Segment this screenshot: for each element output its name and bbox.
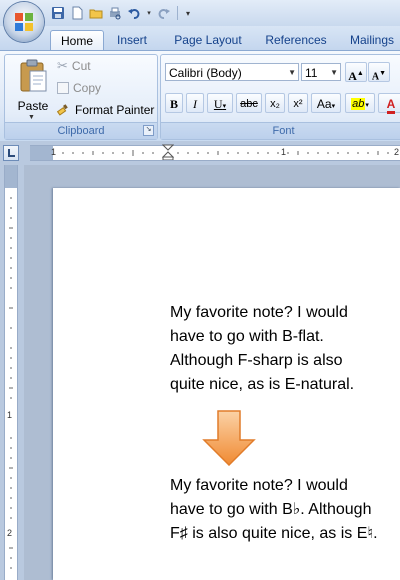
- font-color-icon: A: [386, 97, 396, 114]
- font-size-combobox[interactable]: 11 ▼: [301, 63, 341, 81]
- open-folder-icon[interactable]: [88, 5, 104, 21]
- vertical-ruler-ticks: [9, 197, 13, 569]
- underline-button[interactable]: U▾: [207, 93, 233, 113]
- highlight-icon: ab: [351, 98, 366, 110]
- paste-icon: [20, 59, 47, 92]
- tab-insert[interactable]: Insert: [108, 30, 156, 50]
- format-painter-icon: [57, 104, 68, 116]
- format-painter-button[interactable]: Format Painter: [57, 101, 154, 119]
- copy-label: Copy: [73, 81, 102, 95]
- ruler-left-margin: [30, 145, 53, 161]
- tab-references[interactable]: References: [260, 30, 332, 50]
- document-page[interactable]: My favorite note? I would have to go wit…: [53, 188, 400, 580]
- down-arrow-icon: [202, 410, 256, 466]
- ruler-number: 2: [394, 147, 400, 157]
- new-document-icon[interactable]: [69, 5, 85, 21]
- clipboard-group-label: Clipboard: [5, 122, 157, 139]
- font-name-combobox[interactable]: Calibri (Body) ▼: [165, 63, 299, 81]
- font-size-dropdown-icon[interactable]: ▼: [330, 64, 338, 82]
- redo-icon[interactable]: [156, 5, 172, 21]
- font-name-value: Calibri (Body): [169, 66, 242, 80]
- scissors-icon: ✂: [57, 58, 68, 73]
- paragraph-before[interactable]: My favorite note? I would have to go wit…: [170, 301, 400, 397]
- vertical-ruler-top-margin: [4, 165, 18, 188]
- tab-home[interactable]: Home: [50, 30, 104, 51]
- customize-toolbar-icon[interactable]: ▾: [183, 5, 193, 21]
- print-preview-icon[interactable]: [107, 5, 123, 21]
- vertical-ruler[interactable]: 1 2: [4, 188, 18, 580]
- horizontal-ruler[interactable]: 1 1 2: [51, 144, 400, 161]
- ribbon-tabs: Home Insert Page Layout References Maili…: [0, 26, 400, 51]
- ruler-ticks: [62, 150, 389, 156]
- paste-dropdown-icon[interactable]: ▼: [28, 114, 35, 121]
- save-icon[interactable]: [50, 5, 66, 21]
- paste-button[interactable]: Paste ▼: [11, 59, 55, 121]
- office-logo-icon: [15, 13, 33, 31]
- paste-label: Paste: [17, 99, 49, 113]
- change-case-label: Aa: [316, 97, 332, 111]
- change-case-button[interactable]: Aa▾: [311, 93, 341, 113]
- undo-dropdown-icon[interactable]: ▾: [145, 5, 153, 21]
- tab-selector-button[interactable]: [3, 145, 19, 161]
- ribbon: Paste ▼ ✂ Cut Copy Format Painter Clipbo…: [0, 50, 400, 142]
- cut-button[interactable]: ✂ Cut: [57, 57, 91, 75]
- ruler-row: 1 1 2: [0, 141, 400, 165]
- copy-icon: [57, 82, 69, 94]
- font-name-dropdown-icon[interactable]: ▼: [288, 64, 296, 82]
- font-group: Calibri (Body) ▼ 11 ▼ A▲ A▼ B I U▾ abc x…: [160, 54, 400, 140]
- ruler-number: 1: [51, 147, 57, 157]
- clipboard-group: Paste ▼ ✂ Cut Copy Format Painter Clipbo…: [4, 54, 158, 140]
- format-painter-label: Format Painter: [75, 103, 155, 117]
- highlight-button[interactable]: ab▾: [345, 93, 375, 113]
- toolbar-separator: [177, 6, 178, 20]
- undo-icon[interactable]: [126, 5, 142, 21]
- italic-button[interactable]: I: [186, 93, 204, 113]
- office-button[interactable]: [4, 2, 44, 42]
- strikethrough-button[interactable]: abc: [236, 93, 262, 113]
- copy-button[interactable]: Copy: [57, 79, 101, 97]
- quick-access-toolbar: ▾ ▾: [50, 4, 193, 22]
- tab-mailings[interactable]: Mailings: [344, 30, 400, 50]
- paragraph-after[interactable]: My favorite note? I would have to go wit…: [170, 474, 400, 546]
- superscript-button[interactable]: x²: [288, 93, 308, 113]
- font-group-label: Font: [161, 122, 400, 139]
- ruler-number: 1: [281, 147, 287, 157]
- vertical-ruler-number: 2: [7, 528, 13, 538]
- subscript-button[interactable]: x₂: [265, 93, 285, 113]
- indent-marker-icon[interactable]: [162, 144, 174, 160]
- font-size-value: 11: [305, 66, 318, 80]
- grow-font-button[interactable]: A▲: [345, 62, 367, 83]
- font-color-button[interactable]: A: [378, 93, 400, 114]
- bold-button[interactable]: B: [165, 93, 183, 113]
- cut-label: Cut: [71, 59, 91, 73]
- tab-page-layout[interactable]: Page Layout: [168, 30, 248, 50]
- shrink-font-button[interactable]: A▼: [368, 62, 390, 82]
- vertical-ruler-number: 1: [7, 410, 13, 420]
- underline-label: U: [213, 97, 223, 111]
- clipboard-dialog-launcher-icon[interactable]: ↘: [143, 125, 154, 136]
